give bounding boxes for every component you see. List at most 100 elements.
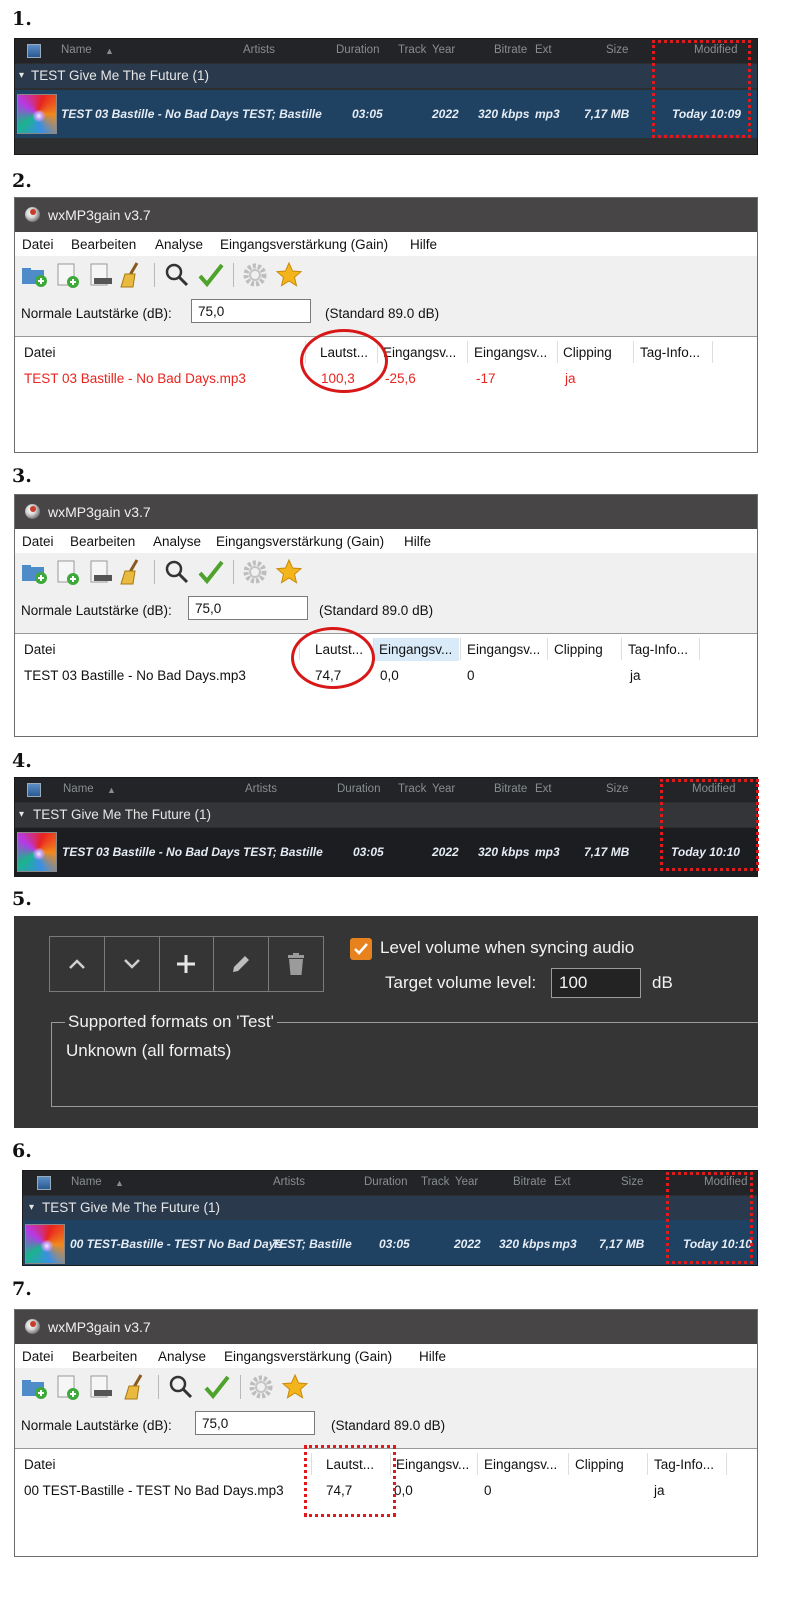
target-volume-input[interactable]: 75,0 [191, 299, 311, 323]
col-artists[interactable]: Artists [273, 1176, 305, 1188]
col-eingangsv-2[interactable]: Eingangsv... [467, 642, 540, 657]
chevron-down-icon[interactable]: ▾ [19, 70, 24, 81]
menu-gain[interactable]: Eingangsverstärkung (Gain) [224, 1349, 392, 1364]
menu-bearbeiten[interactable]: Bearbeiten [72, 1349, 137, 1364]
track-row[interactable]: TEST 03 Bastille - No Bad Days TEST; Bas… [15, 828, 757, 876]
clear-broom-icon[interactable] [117, 558, 145, 586]
add-file-icon[interactable] [53, 1373, 81, 1401]
col-name[interactable]: Name [71, 1176, 102, 1188]
target-volume-input[interactable]: 75,0 [195, 1411, 315, 1435]
col-track[interactable]: Track [398, 44, 426, 56]
level-volume-checkbox[interactable] [350, 938, 372, 960]
album-art-column-icon[interactable] [27, 44, 41, 58]
clear-broom-icon[interactable] [121, 1373, 149, 1401]
analyze-magnifier-icon[interactable] [163, 261, 191, 289]
col-eingangsv-1[interactable]: Eingangsv... [374, 638, 459, 661]
menu-datei[interactable]: Datei [22, 1349, 54, 1364]
add-button[interactable] [160, 937, 215, 991]
group-row[interactable]: ▾ TEST Give Me The Future (1) [15, 64, 757, 88]
edit-button[interactable] [214, 937, 270, 991]
col-artists[interactable]: Artists [245, 783, 277, 795]
settings-gear-icon[interactable] [241, 558, 269, 586]
menu-datei[interactable]: Datei [22, 237, 54, 252]
menu-bearbeiten[interactable]: Bearbeiten [70, 534, 135, 549]
add-folder-icon[interactable] [20, 261, 48, 289]
col-tag-info[interactable]: Tag-Info... [628, 642, 688, 657]
album-art-column-icon[interactable] [37, 1176, 51, 1190]
add-folder-icon[interactable] [20, 1373, 48, 1401]
settings-gear-icon[interactable] [241, 261, 269, 289]
col-bitrate[interactable]: Bitrate [494, 44, 527, 56]
add-file-icon[interactable] [53, 558, 81, 586]
col-datei[interactable]: Datei [24, 642, 56, 657]
col-ext[interactable]: Ext [554, 1176, 571, 1188]
chevron-down-icon[interactable]: ▾ [19, 809, 24, 820]
clear-broom-icon[interactable] [117, 261, 145, 289]
col-eingangsv-2[interactable]: Eingangsv... [474, 345, 547, 360]
col-duration[interactable]: Duration [337, 783, 380, 795]
chevron-down-icon[interactable]: ▾ [29, 1202, 34, 1213]
menu-analyse[interactable]: Analyse [158, 1349, 206, 1364]
col-name[interactable]: Name [61, 44, 92, 56]
menu-analyse[interactable]: Analyse [153, 534, 201, 549]
album-art-column-icon[interactable] [27, 783, 41, 797]
col-size[interactable]: Size [606, 783, 628, 795]
col-tag-info[interactable]: Tag-Info... [654, 1457, 714, 1472]
analyze-magnifier-icon[interactable] [163, 558, 191, 586]
menu-hilfe[interactable]: Hilfe [410, 237, 437, 252]
col-duration[interactable]: Duration [336, 44, 379, 56]
favorite-star-icon[interactable] [275, 558, 303, 586]
col-duration[interactable]: Duration [364, 1176, 407, 1188]
remove-file-icon[interactable] [86, 1373, 114, 1401]
menu-gain[interactable]: Eingangsverstärkung (Gain) [216, 534, 384, 549]
remove-file-icon[interactable] [86, 558, 114, 586]
col-eingangsv-1[interactable]: Eingangsv... [396, 1457, 469, 1472]
col-size[interactable]: Size [621, 1176, 643, 1188]
move-down-button[interactable] [105, 937, 160, 991]
delete-button[interactable] [269, 937, 323, 991]
favorite-star-icon[interactable] [281, 1373, 309, 1401]
col-year[interactable]: Year [432, 783, 455, 795]
settings-gear-icon[interactable] [247, 1373, 275, 1401]
menu-analyse[interactable]: Analyse [155, 237, 203, 252]
col-year[interactable]: Year [455, 1176, 478, 1188]
menu-bearbeiten[interactable]: Bearbeiten [71, 237, 136, 252]
track-row[interactable]: TEST 03 Bastille - No Bad Days TEST; Bas… [15, 90, 757, 138]
track-row[interactable]: 00 TEST-Bastille - TEST No Bad Days TEST… [23, 1220, 757, 1265]
menu-hilfe[interactable]: Hilfe [404, 534, 431, 549]
move-up-button[interactable] [50, 937, 105, 991]
col-datei[interactable]: Datei [24, 1457, 56, 1472]
col-name[interactable]: Name [63, 783, 94, 795]
col-clipping[interactable]: Clipping [575, 1457, 624, 1472]
add-file-icon[interactable] [53, 261, 81, 289]
col-size[interactable]: Size [606, 44, 628, 56]
menu-datei[interactable]: Datei [22, 534, 54, 549]
add-folder-icon[interactable] [20, 558, 48, 586]
col-eingangsv-1[interactable]: Eingangsv... [383, 345, 456, 360]
menu-hilfe[interactable]: Hilfe [419, 1349, 446, 1364]
col-clipping[interactable]: Clipping [554, 642, 603, 657]
col-ext[interactable]: Ext [535, 783, 552, 795]
col-bitrate[interactable]: Bitrate [494, 783, 527, 795]
remove-file-icon[interactable] [86, 261, 114, 289]
col-track[interactable]: Track [398, 783, 426, 795]
apply-checkmark-icon[interactable] [197, 558, 225, 586]
col-eingangsv-2[interactable]: Eingangsv... [484, 1457, 557, 1472]
col-year[interactable]: Year [432, 44, 455, 56]
col-artists[interactable]: Artists [243, 44, 275, 56]
target-volume-level-input[interactable]: 100 [551, 968, 641, 998]
col-ext[interactable]: Ext [535, 44, 552, 56]
menu-gain[interactable]: Eingangsverstärkung (Gain) [220, 237, 388, 252]
col-tag-info[interactable]: Tag-Info... [640, 345, 700, 360]
col-datei[interactable]: Datei [24, 345, 56, 360]
analyze-magnifier-icon[interactable] [167, 1373, 195, 1401]
col-clipping[interactable]: Clipping [563, 345, 612, 360]
group-row[interactable]: ▾ TEST Give Me The Future (1) [15, 803, 757, 827]
favorite-star-icon[interactable] [275, 261, 303, 289]
apply-checkmark-icon[interactable] [203, 1373, 231, 1401]
col-bitrate[interactable]: Bitrate [513, 1176, 546, 1188]
col-track[interactable]: Track [421, 1176, 449, 1188]
apply-checkmark-icon[interactable] [197, 261, 225, 289]
group-row[interactable]: ▾ TEST Give Me The Future (1) [23, 1196, 757, 1220]
target-volume-input[interactable]: 75,0 [188, 596, 308, 620]
